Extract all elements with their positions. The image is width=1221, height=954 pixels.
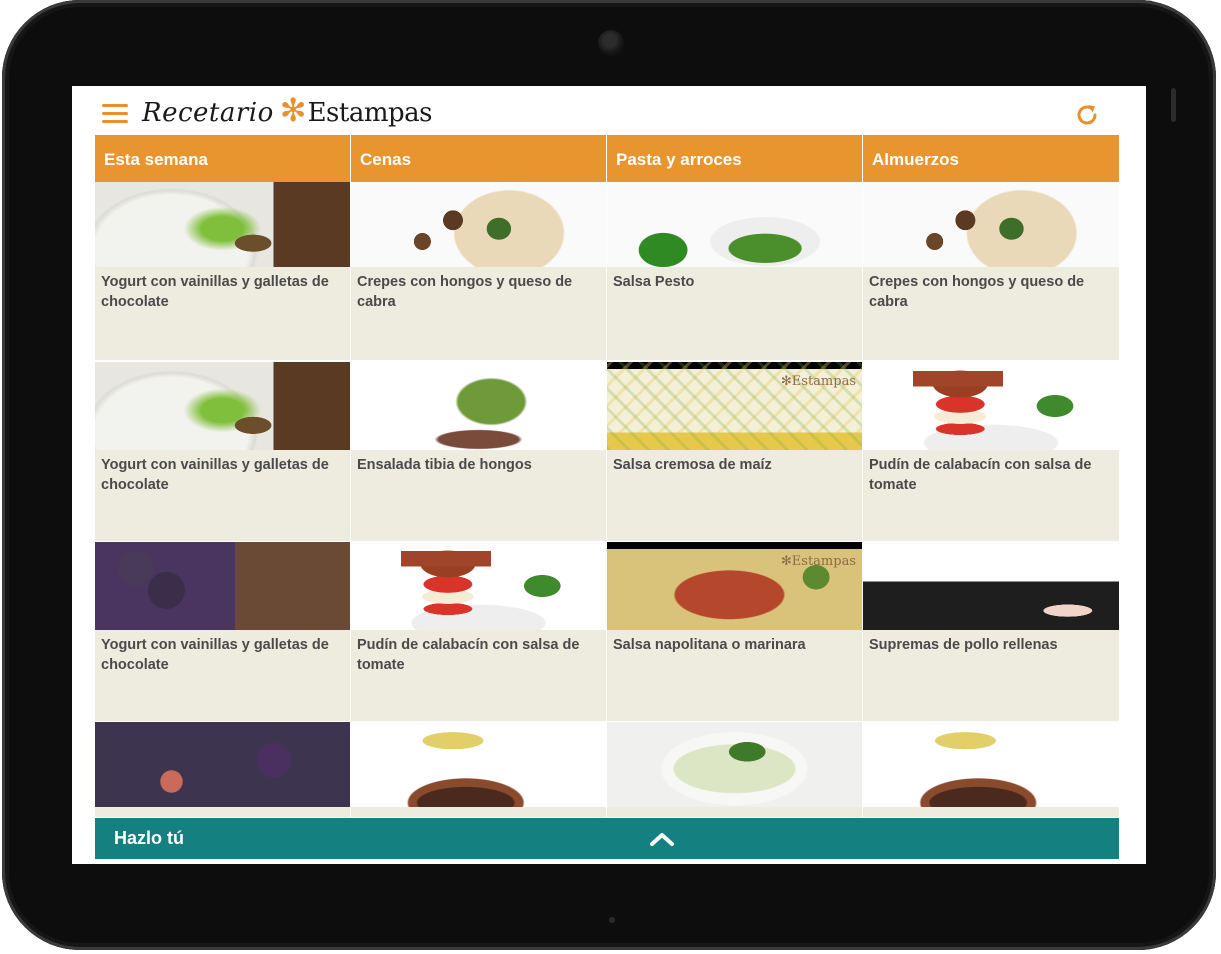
recipe-image — [351, 182, 606, 267]
app-header: Recetario ✻ Estampas — [72, 86, 1146, 135]
hamburger-menu-icon[interactable] — [102, 104, 128, 124]
camera-icon — [598, 30, 624, 56]
recipe-card[interactable]: Salsa Pesto — [607, 182, 862, 362]
tab-cenas[interactable]: Cenas — [351, 135, 606, 182]
recipe-grid: Esta semana Yogurt con vainillas y galle… — [95, 135, 1119, 817]
recipe-title: Ensalada tibia de hongos — [351, 450, 606, 542]
recipe-card[interactable]: Crepes con hongos y queso de cabra — [351, 182, 606, 362]
recipe-card[interactable]: Supremas de pollo rellenas — [863, 542, 1119, 722]
recipe-title: Salsa cremosa de maíz — [607, 450, 862, 542]
recipe-card[interactable]: Yogurt con vainillas y galletas de choco… — [95, 542, 350, 722]
tab-pasta-y-arroces[interactable]: Pasta y arroces — [607, 135, 862, 182]
recipe-title — [351, 807, 606, 817]
recipe-image — [863, 722, 1119, 807]
recipe-title — [95, 807, 350, 817]
recipe-title: Crepes con hongos y queso de cabra — [351, 267, 606, 361]
recipe-title: Salsa napolitana o marinara — [607, 630, 862, 722]
recipe-image — [607, 182, 862, 267]
recipe-card[interactable]: Yogurt con vainillas y galletas de choco… — [95, 362, 350, 542]
estampas-watermark-logo: ✻Estampas — [780, 554, 856, 569]
tab-esta-semana[interactable]: Esta semana — [95, 135, 350, 182]
recipe-title: Pudín de calabacín con salsa de tomate — [351, 630, 606, 722]
recipe-image: ✻Estampas — [607, 542, 862, 630]
recipe-title: Yogurt con vainillas y galletas de choco… — [95, 267, 350, 361]
recipe-card[interactable] — [351, 722, 606, 817]
recipe-title: Crepes con hongos y queso de cabra — [863, 267, 1119, 361]
recipe-image — [95, 362, 350, 450]
recipe-card[interactable]: Yogurt con vainillas y galletas de choco… — [95, 182, 350, 362]
recipe-title: Pudín de calabacín con salsa de tomate — [863, 450, 1119, 542]
recipe-image — [351, 722, 606, 807]
hazlo-tu-bar[interactable]: Hazlo tú — [95, 818, 1119, 859]
recipe-card[interactable] — [863, 722, 1119, 817]
recipe-title — [607, 807, 862, 817]
recipe-image — [607, 722, 862, 807]
app-title: Recetario ✻ Estampas — [142, 91, 433, 130]
column-almuerzos: Almuerzos Crepes con hongos y queso de c… — [863, 135, 1119, 817]
column-cenas: Cenas Crepes con hongos y queso de cabra… — [351, 135, 607, 817]
recipe-card[interactable]: Ensalada tibia de hongos — [351, 362, 606, 542]
app-title-brand: Estampas — [307, 98, 433, 128]
estampas-star-logo-icon: ✻ — [279, 91, 307, 129]
recipe-title: Yogurt con vainillas y galletas de choco… — [95, 450, 350, 542]
refresh-icon[interactable] — [1074, 102, 1100, 128]
recipe-card[interactable]: Pudín de calabacín con salsa de tomate — [863, 362, 1119, 542]
recipe-card[interactable]: ✻Estampas Salsa napolitana o marinara — [607, 542, 862, 722]
app-screen: Recetario ✻ Estampas Esta semana Yogurt … — [72, 86, 1146, 864]
column-pasta-y-arroces: Pasta y arroces Salsa Pesto ✻Estampas Sa… — [607, 135, 863, 817]
recipe-image — [863, 542, 1119, 630]
recipe-card[interactable]: ✻Estampas Salsa cremosa de maíz — [607, 362, 862, 542]
tablet-frame: Recetario ✻ Estampas Esta semana Yogurt … — [2, 0, 1216, 950]
app-title-script: Recetario — [142, 98, 274, 128]
recipe-image — [863, 182, 1119, 267]
recipe-card[interactable] — [95, 722, 350, 817]
recipe-card[interactable]: Crepes con hongos y queso de cabra — [863, 182, 1119, 362]
tab-almuerzos[interactable]: Almuerzos — [863, 135, 1119, 182]
recipe-image — [95, 182, 350, 267]
recipe-image — [95, 722, 350, 807]
recipe-title: Supremas de pollo rellenas — [863, 630, 1119, 722]
recipe-image — [95, 542, 350, 630]
recipe-image — [351, 362, 606, 450]
chevron-up-icon[interactable] — [649, 831, 675, 847]
column-esta-semana: Esta semana Yogurt con vainillas y galle… — [95, 135, 351, 817]
recipe-title: Yogurt con vainillas y galletas de choco… — [95, 630, 350, 722]
estampas-watermark-logo: ✻Estampas — [780, 374, 856, 389]
recipe-card[interactable] — [607, 722, 862, 817]
recipe-title — [863, 807, 1119, 817]
recipe-title: Salsa Pesto — [607, 267, 862, 361]
recipe-image — [351, 542, 606, 630]
recipe-image — [863, 362, 1119, 450]
microphone-dot — [609, 917, 615, 923]
power-button — [1171, 88, 1176, 122]
recipe-image: ✻Estampas — [607, 362, 862, 450]
recipe-card[interactable]: Pudín de calabacín con salsa de tomate — [351, 542, 606, 722]
hazlo-tu-label: Hazlo tú — [114, 828, 184, 848]
